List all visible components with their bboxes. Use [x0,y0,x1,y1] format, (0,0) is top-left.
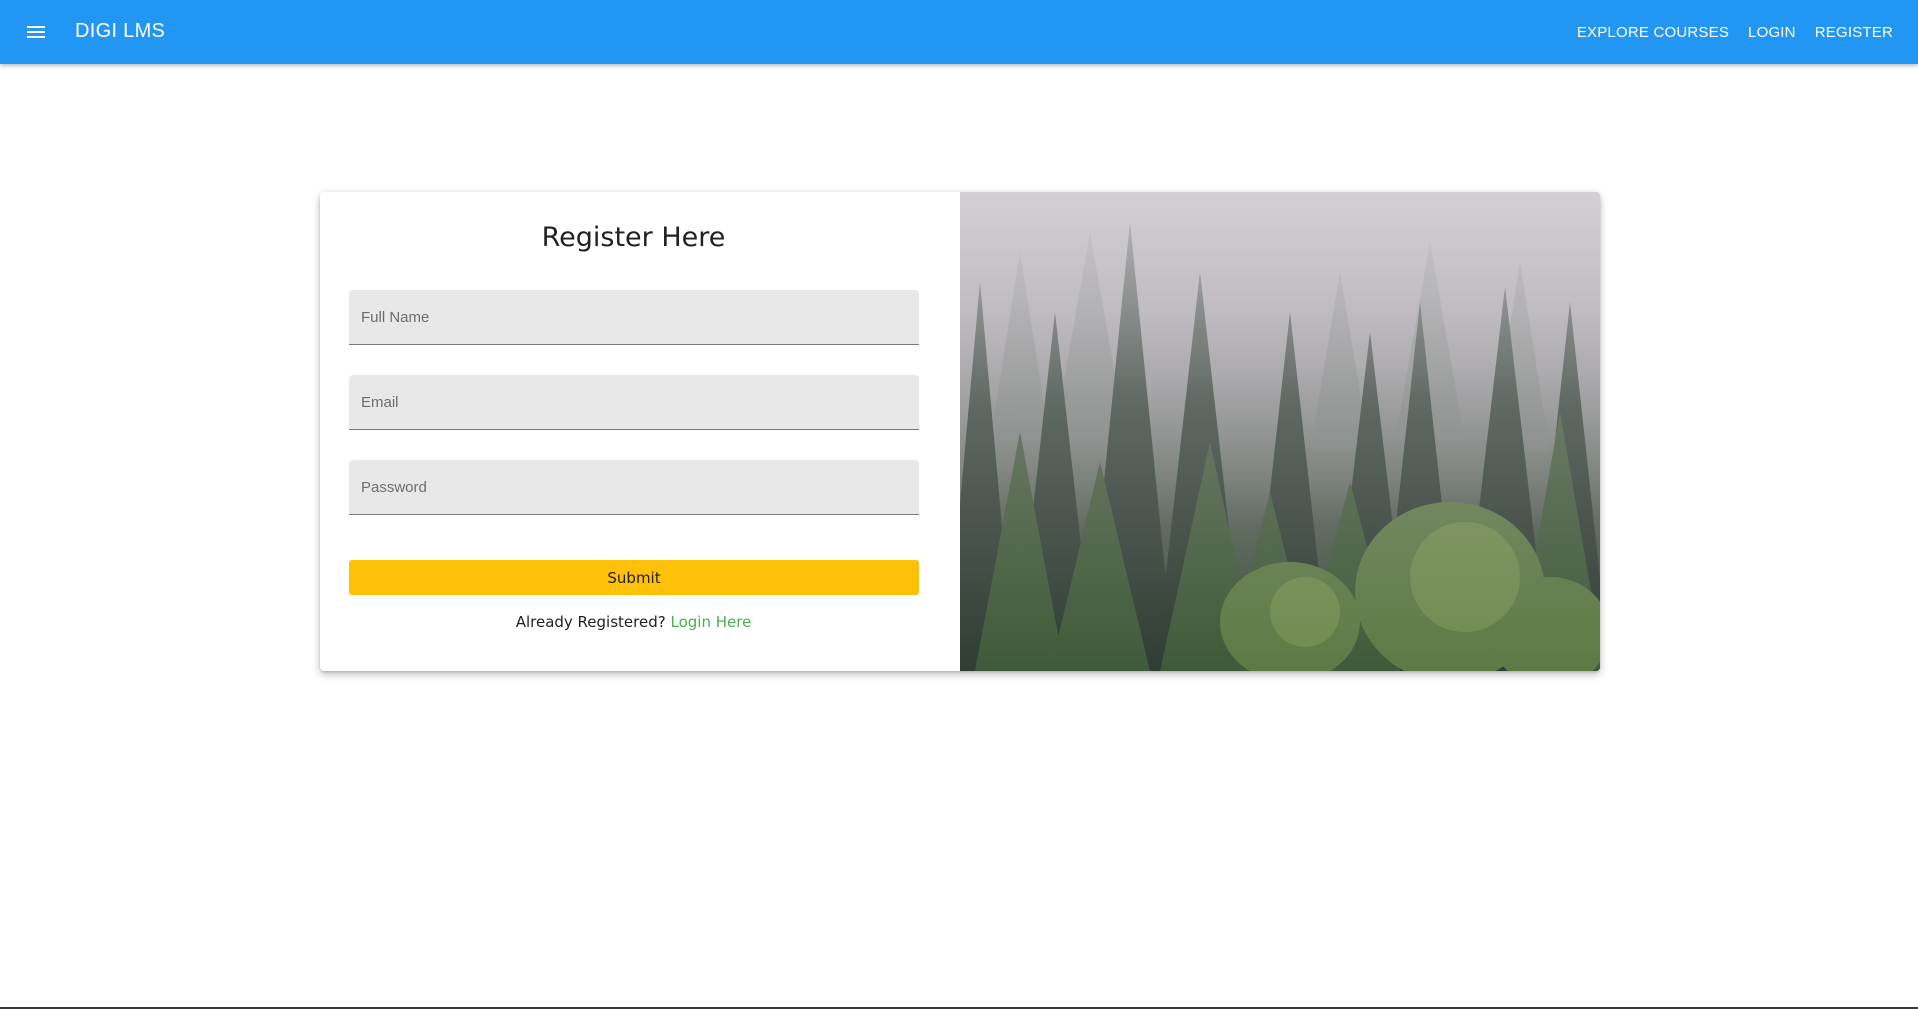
app-bar: DIGI LMS EXPLORE COURSES LOGIN REGISTER [0,0,1918,64]
already-registered-text: Already Registered? [515,613,666,631]
nav-login[interactable]: LOGIN [1748,24,1796,41]
register-card: Register Here Submit Already Registered?… [320,192,1600,671]
nav-explore-courses[interactable]: EXPLORE COURSES [1577,24,1729,41]
password-field[interactable] [349,460,919,515]
top-nav: EXPLORE COURSES LOGIN REGISTER [1558,0,1893,64]
full-name-field[interactable] [349,290,919,345]
nav-register[interactable]: REGISTER [1815,24,1893,41]
register-form: Register Here Submit Already Registered?… [320,192,960,671]
forest-photo [960,192,1600,671]
email-field[interactable] [349,375,919,430]
login-here-link[interactable]: Login Here [670,613,751,631]
menu-icon[interactable] [22,18,50,46]
submit-button[interactable]: Submit [349,560,919,595]
brand-title[interactable]: DIGI LMS [75,20,165,43]
login-prompt: Already Registered? Login Here [320,613,947,631]
form-title: Register Here [541,222,726,253]
forest-trees [960,192,1600,671]
